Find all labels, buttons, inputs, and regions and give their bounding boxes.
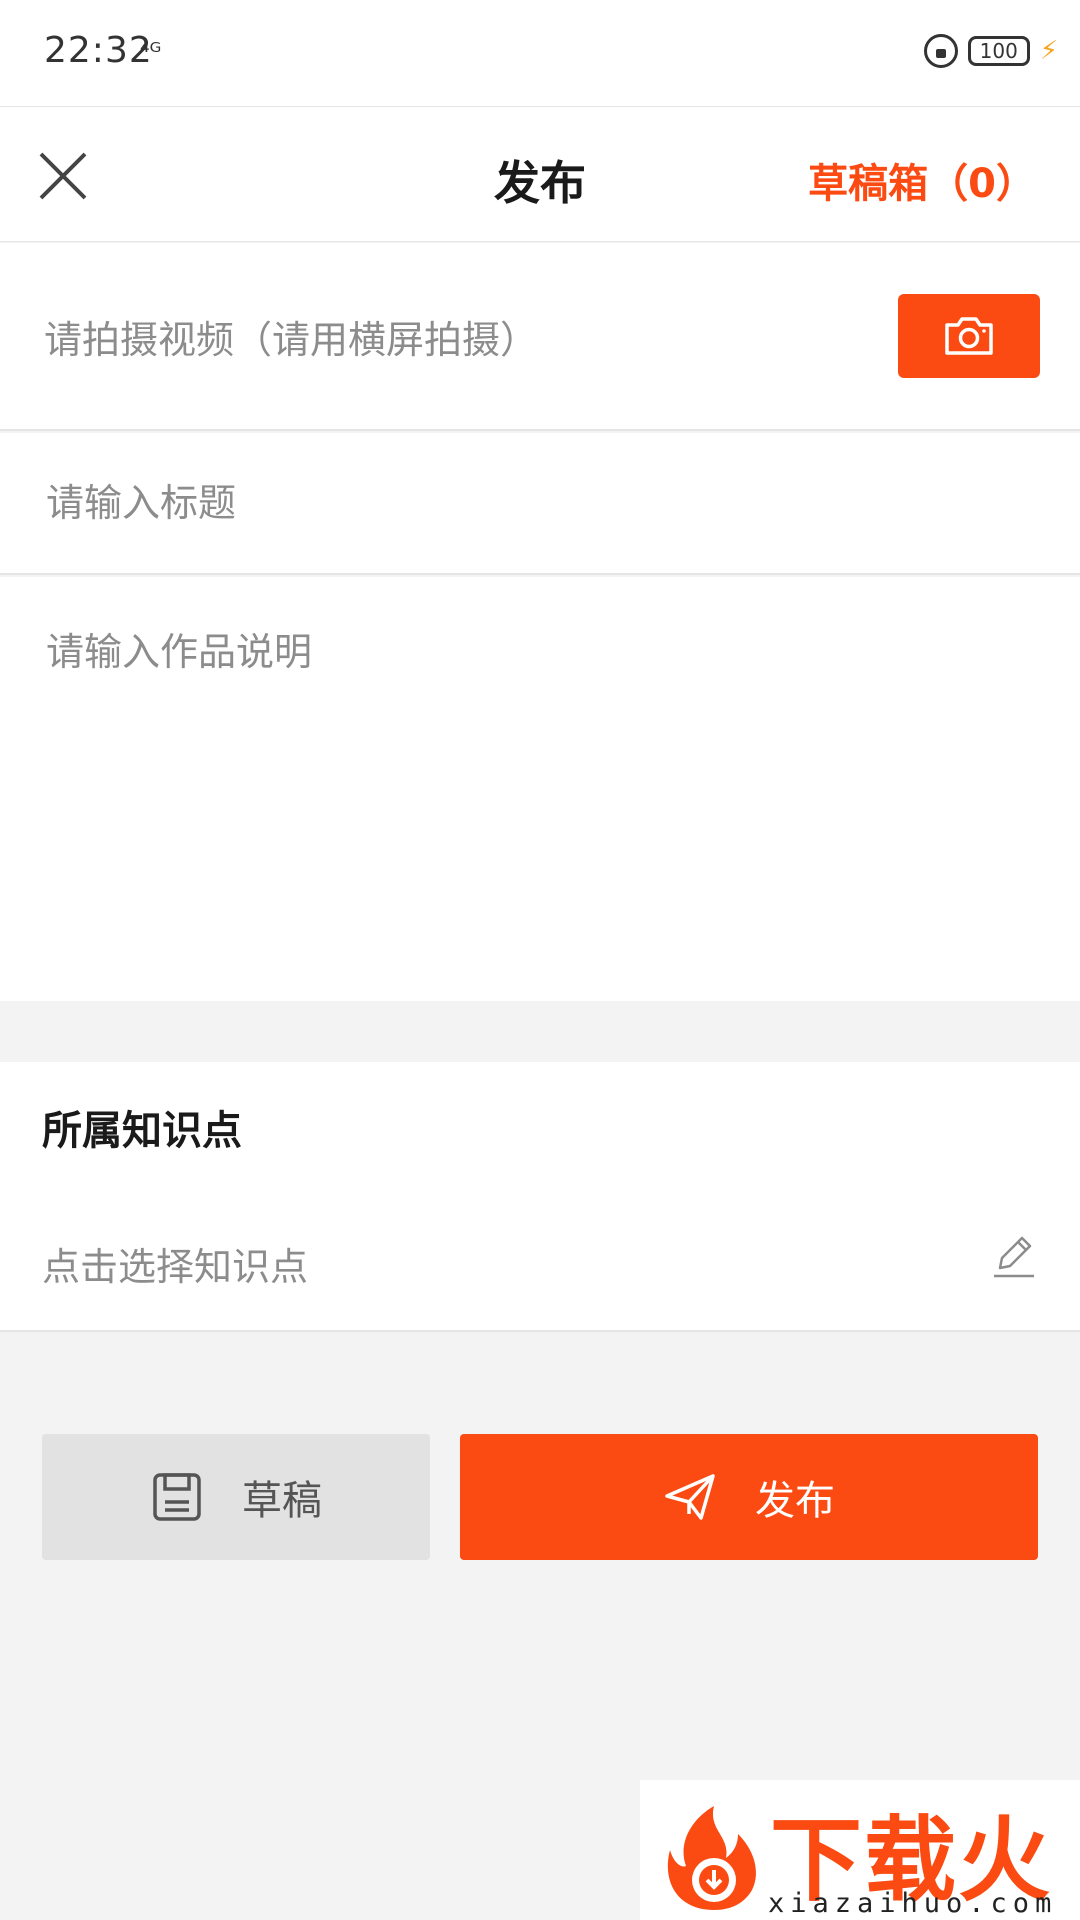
status-bar: 22:32 ⁴ᴳ 100 ⚡ — [0, 0, 1080, 106]
publish-label: 发布 — [755, 1479, 835, 1523]
rotation-lock-icon — [923, 34, 958, 68]
charging-icon: ⚡ — [1039, 36, 1058, 66]
save-icon — [153, 1473, 201, 1521]
publish-button[interactable]: 发布 — [460, 1434, 1038, 1560]
video-placeholder: 请拍摄视频（请用横屏拍摄） — [44, 318, 539, 362]
drafts-box-link[interactable]: 草稿箱（0） — [808, 151, 1036, 209]
description-input[interactable] — [44, 619, 1034, 969]
send-icon — [665, 1474, 715, 1520]
status-time: 22:32 — [44, 30, 153, 71]
battery-icon: 100 — [967, 36, 1030, 66]
flame-logo-icon — [667, 1806, 756, 1910]
edit-icon — [994, 1236, 1034, 1278]
camera-icon — [945, 317, 993, 355]
knowledge-section: 所属知识点 点击选择知识点 — [0, 1062, 1080, 1332]
title-input[interactable] — [44, 473, 1024, 533]
camera-button[interactable] — [898, 294, 1040, 378]
top-bar: 发布 草稿箱（0） — [0, 106, 1080, 242]
knowledge-placeholder: 点击选择知识点 — [42, 1245, 309, 1289]
knowledge-selector[interactable]: 点击选择知识点 — [0, 1212, 1080, 1322]
title-row — [0, 433, 1080, 575]
signal-icon: ⁴ᴳ — [140, 38, 162, 66]
knowledge-heading: 所属知识点 — [42, 1108, 242, 1154]
status-icons: 100 ⚡ — [923, 34, 1058, 68]
description-row — [0, 577, 1080, 1001]
watermark: 下载火 xiazaihuo.com — [640, 1780, 1080, 1920]
watermark-domain: xiazaihuo.com — [768, 1888, 1058, 1919]
draft-label: 草稿 — [242, 1479, 322, 1523]
save-draft-button[interactable]: 草稿 — [42, 1434, 430, 1560]
